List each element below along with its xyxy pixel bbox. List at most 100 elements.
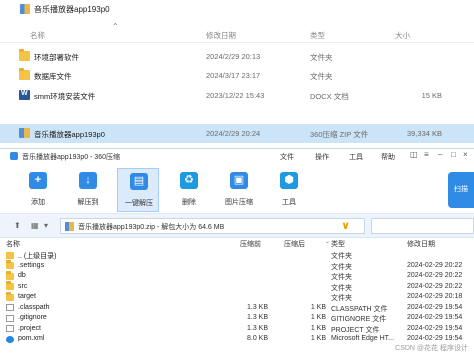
item-type: PROJECT 文件 bbox=[331, 326, 380, 334]
folder-icon bbox=[19, 68, 30, 80]
search-input[interactable] bbox=[371, 218, 474, 234]
file-type: 文件夹 bbox=[310, 53, 333, 62]
explorer-row-selected[interactable]: 音乐播放器app193p0 2024/2/29 20:24 360压缩 ZIP … bbox=[0, 124, 474, 143]
item-name: .settings bbox=[18, 261, 45, 269]
docx-icon bbox=[19, 90, 30, 100]
item-compressed: 1.3 KB bbox=[246, 314, 268, 321]
item-name: pom.xml bbox=[18, 335, 45, 342]
column-modified[interactable]: 修改日期 bbox=[407, 239, 435, 249]
item-packed: 1 KB bbox=[310, 314, 326, 321]
extract-to-icon: ↓ bbox=[79, 172, 97, 189]
tools-button[interactable]: ⬢ 工具 bbox=[268, 168, 310, 212]
folder-icon bbox=[6, 281, 14, 290]
file-name: 数据库文件 bbox=[34, 72, 72, 81]
item-compressed: 8.0 KB bbox=[246, 335, 268, 342]
column-name[interactable]: 名称 bbox=[30, 30, 45, 41]
add-button[interactable]: + 添加 bbox=[17, 168, 59, 212]
column-size[interactable]: 大小 bbox=[395, 30, 410, 41]
item-date: 2024-02-29 19:54 bbox=[407, 324, 463, 332]
menu-icon[interactable]: ≡ bbox=[424, 150, 429, 159]
close-icon[interactable]: × bbox=[463, 150, 468, 159]
view-dropdown-icon[interactable]: ▾ bbox=[44, 221, 48, 230]
zip-icon bbox=[19, 128, 30, 138]
item-type: 文件夹 bbox=[331, 253, 352, 260]
item-type: Microsoft Edge HT... bbox=[331, 335, 395, 342]
list-item[interactable]: .classpath 1.3 KB 1 KB CLASSPATH 文件 2024… bbox=[0, 303, 474, 314]
app-logo-icon bbox=[10, 152, 18, 160]
list-item[interactable]: .settings 文件夹 2024-02-29 20:22 bbox=[0, 260, 474, 272]
archive-path-field[interactable]: 音乐播放器app193p0.zip - 解包大小为 64.6 MB ∨ bbox=[60, 218, 365, 234]
maximize-icon[interactable]: □ bbox=[451, 150, 456, 159]
menu-tools[interactable]: 工具 bbox=[349, 152, 363, 162]
item-name: .project bbox=[18, 324, 41, 332]
menu-file[interactable]: 文件 bbox=[280, 152, 294, 162]
menu-operate[interactable]: 操作 bbox=[315, 152, 329, 162]
file-type: 文件夹 bbox=[310, 72, 333, 81]
archive-file-list: 名称 压缩前 压缩后 ⌄ 类型 修改日期 .. (上级目录) 文件夹 .sett… bbox=[0, 238, 474, 355]
window-title: 音乐播放器app193p0 - 360压缩 bbox=[22, 154, 121, 161]
zip-file-icon bbox=[20, 4, 30, 14]
list-item[interactable]: src 文件夹 2024-02-29 20:22 bbox=[0, 281, 474, 293]
file-date: 2024/3/17 23:17 bbox=[206, 71, 261, 80]
explorer-top-item[interactable]: 音乐播放器app193p0 bbox=[0, 0, 474, 27]
item-name: db bbox=[18, 272, 26, 279]
item-type: 文件夹 bbox=[331, 274, 352, 281]
zip-archive-window: 音乐播放器app193p0 - 360压缩 文件 操作 工具 帮助 ◫ ≡ – … bbox=[0, 148, 474, 355]
column-type[interactable]: 类型 bbox=[331, 239, 345, 249]
folder-icon bbox=[6, 260, 14, 269]
column-type[interactable]: 类型 bbox=[310, 30, 325, 41]
chevron-down-icon[interactable]: ∨ bbox=[341, 219, 350, 232]
item-type: 文件夹 bbox=[331, 295, 352, 302]
sort-chevron-icon[interactable]: ⌄ bbox=[325, 238, 330, 245]
file-icon bbox=[6, 325, 14, 332]
column-name[interactable]: 名称 bbox=[6, 239, 20, 249]
file-type: 360压缩 ZIP 文件 bbox=[310, 130, 369, 139]
item-type: 文件夹 bbox=[331, 263, 352, 271]
explorer-row[interactable]: 数据库文件 2024/3/17 23:17 文件夹 bbox=[0, 66, 474, 85]
list-item[interactable]: .project 1.3 KB 1 KB PROJECT 文件 2024-02-… bbox=[0, 324, 474, 335]
menu-help[interactable]: 帮助 bbox=[381, 152, 395, 162]
list-item[interactable]: db 文件夹 2024-02-29 20:22 bbox=[0, 270, 474, 282]
file-icon bbox=[6, 314, 14, 322]
extract-to-label: 解压到 bbox=[77, 199, 99, 206]
one-click-extract-icon: ▤ bbox=[130, 173, 148, 190]
address-bar: ⬆ ▦ ▾ 音乐播放器app193p0.zip - 解包大小为 64.6 MB … bbox=[0, 214, 474, 238]
file-date: 2023/12/22 15:43 bbox=[206, 91, 265, 100]
archive-list-header: 名称 压缩前 压缩后 ⌄ 类型 修改日期 bbox=[0, 238, 474, 249]
one-click-extract-button[interactable]: ▤ 一键解压 bbox=[117, 168, 159, 212]
list-item[interactable]: .gitignore 1.3 KB 1 KB GITIGNORE 文件 2024… bbox=[0, 313, 474, 324]
one-click-extract-label: 一键解压 bbox=[125, 200, 153, 207]
list-item[interactable]: target 文件夹 2024-02-29 20:18 bbox=[0, 291, 474, 303]
list-item[interactable]: .. (上级目录) 文件夹 bbox=[0, 250, 474, 261]
extract-to-button[interactable]: ↓ 解压到 bbox=[67, 168, 109, 212]
delete-label: 删除 bbox=[182, 199, 196, 206]
file-icon bbox=[6, 304, 14, 311]
item-name: .gitignore bbox=[18, 314, 47, 321]
column-compressed[interactable]: 压缩前 bbox=[240, 239, 261, 249]
folder-icon bbox=[6, 270, 14, 280]
skin-icon[interactable]: ◫ bbox=[410, 150, 418, 159]
up-arrow-icon[interactable]: ⬆ bbox=[14, 221, 21, 230]
scan-badge[interactable]: 扫描 bbox=[448, 172, 474, 208]
up-folder-icon bbox=[6, 251, 14, 259]
sort-chevron-icon[interactable]: ⌃ bbox=[112, 22, 119, 31]
image-compress-button[interactable]: ▣ 图片压缩 bbox=[218, 168, 260, 212]
file-name: smm环境安装文件 bbox=[34, 92, 96, 101]
view-icon[interactable]: ▦ bbox=[31, 221, 39, 230]
item-date: 2024-02-29 20:18 bbox=[407, 293, 463, 300]
explorer-row[interactable]: 环境部署软件 2024/2/29 20:13 文件夹 bbox=[0, 47, 474, 66]
item-type: GITIGNORE 文件 bbox=[331, 316, 387, 323]
minimize-icon[interactable]: – bbox=[438, 150, 442, 159]
column-packed[interactable]: 压缩后 bbox=[284, 239, 305, 249]
image-compress-icon: ▣ bbox=[230, 172, 248, 189]
edge-browser-icon bbox=[6, 335, 14, 343]
explorer-row[interactable]: smm环境安装文件 2023/12/22 15:43 DOCX 文档 15 KB bbox=[0, 86, 474, 105]
archive-path-text: 音乐播放器app193p0.zip - 解包大小为 64.6 MB bbox=[78, 224, 225, 231]
item-type: 文件夹 bbox=[331, 284, 352, 292]
delete-icon: ♻ bbox=[180, 172, 198, 189]
delete-button[interactable]: ♻ 删除 bbox=[168, 168, 210, 212]
item-date: 2024-02-29 20:22 bbox=[407, 282, 463, 290]
column-date[interactable]: 修改日期 bbox=[206, 30, 236, 41]
file-name: 环境部署软件 bbox=[34, 53, 79, 62]
folder-icon bbox=[6, 291, 14, 301]
